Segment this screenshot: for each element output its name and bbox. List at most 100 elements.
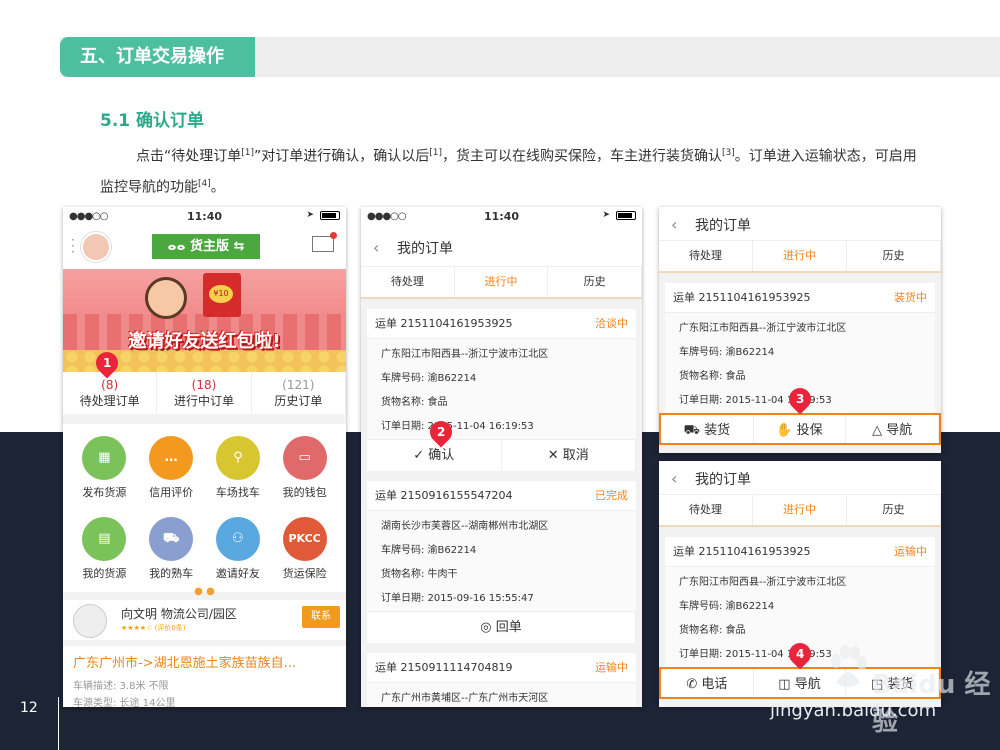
in-progress-count: (18): [191, 378, 217, 392]
tab-in-progress[interactable]: 进行中: [753, 495, 847, 525]
order-body: 广东阳江市阳西县--浙江宁波市江北区 车牌号码: 渝B62214 货物名称: 食…: [367, 339, 636, 439]
history-label: 历史订单: [274, 394, 323, 408]
truck-icon: ⛟: [149, 517, 194, 561]
chat-icon: …: [149, 436, 194, 480]
back-icon[interactable]: ‹: [373, 238, 379, 257]
tab-pending[interactable]: 待处理: [361, 267, 455, 297]
vehicle-desc: 车辆描述: 3.8米 不限: [73, 681, 169, 692]
contact-button[interactable]: 联系: [302, 606, 340, 628]
driver-profile[interactable]: 向文明 物流公司/园区 ★★★★☆ (评价0条) 联系: [63, 600, 346, 640]
tab-history[interactable]: 历史: [548, 267, 642, 297]
order-tabs: 待处理 进行中 历史: [361, 267, 642, 299]
order-status: 运输中: [894, 545, 927, 558]
tab-in-progress[interactable]: 进行中: [753, 241, 847, 271]
cancel-button[interactable]: ✕ 取消: [502, 440, 636, 471]
order-status: 装货中: [894, 291, 927, 304]
order-header: 运单 2150916155547204 已完成: [367, 481, 636, 511]
red-envelope-image: ¥10: [203, 273, 241, 317]
order-route: 广东阳江市阳西县--浙江宁波市江北区: [679, 577, 847, 588]
vehicle-type: 车源类型: 长途 14公里: [73, 698, 176, 707]
section-title: 五、订单交易操作: [60, 37, 255, 77]
grid-item-wallet[interactable]: ▭ 我的钱包: [271, 430, 338, 499]
order-route: 广东广州市黄埔区--广东广州市天河区: [381, 693, 549, 704]
grid-item-find-truck[interactable]: ⚲ 车场找车: [205, 430, 272, 499]
pending-label: 待处理订单: [79, 394, 140, 408]
order-summary-row: (8) 待处理订单 (18) 进行中订单 (121) 历史订单: [63, 372, 346, 414]
search-icon: ⚲: [215, 436, 260, 480]
carousel-dots: ● ●: [194, 586, 215, 597]
back-icon[interactable]: ‹: [671, 469, 677, 488]
receipt-button[interactable]: ◎ 回单: [367, 612, 636, 643]
order-plate: 车牌号码: 渝B62214: [381, 545, 477, 556]
tab-history[interactable]: 历史: [847, 495, 941, 525]
notification-dot: [330, 232, 337, 239]
order-route: 广东阳江市阳西县--浙江宁波市江北区: [679, 323, 847, 334]
grid-item-publish[interactable]: ▦ 发布货源: [71, 430, 138, 499]
order-actions: ✓ 确认 ✕ 取消: [367, 439, 636, 471]
grid-item-insurance[interactable]: PKCC 货运保险: [271, 511, 338, 580]
order-status: 已完成: [595, 489, 628, 502]
back-icon[interactable]: ‹: [671, 215, 677, 234]
nav-bar: ‹ 我的订单: [361, 227, 642, 267]
avatar[interactable]: [81, 232, 111, 262]
order-header: 运单 2150911114704819 运输中: [367, 653, 636, 683]
battery-icon: [320, 211, 340, 220]
navigate-button[interactable]: △ 导航: [846, 415, 940, 443]
tab-history[interactable]: 历史: [847, 241, 941, 271]
tab-pending[interactable]: 待处理: [659, 495, 753, 525]
confirm-button[interactable]: ✓ 确认: [367, 440, 502, 471]
menu-icon[interactable]: · · ·: [71, 234, 75, 258]
friends-icon: ⚇: [215, 517, 260, 561]
tab-pending[interactable]: 待处理: [659, 241, 753, 271]
grid-item-credit[interactable]: … 信用评价: [138, 430, 205, 499]
order-header: 运单 2151104161953925 运输中: [665, 537, 935, 567]
order-header: 运单 2151104161953925 装货中: [665, 283, 935, 313]
tab-in-progress[interactable]: 进行中: [455, 267, 549, 297]
phone-loading-order: ‹ 我的订单 待处理 进行中 历史 运单 2151104161953925 装货中…: [659, 207, 941, 453]
order-card[interactable]: 运单 2151104161953925 洽谈中 广东阳江市阳西县--浙江宁波市江北…: [367, 309, 636, 471]
pending-orders[interactable]: (8) 待处理订单: [63, 372, 158, 414]
order-actions: ⛟ 装货 ✋ 投保 △ 导航: [659, 413, 941, 445]
status-time: 11:40: [483, 210, 519, 223]
status-time: 11:40: [186, 210, 222, 223]
order-goods: 货物名称: 食品: [679, 625, 746, 636]
order-route: 湖南长沙市芙蓉区--湖南郴州市北湖区: [381, 521, 549, 532]
location-icon: ➤: [602, 210, 610, 220]
order-number: 运单 2151104161953925: [673, 291, 811, 304]
order-card[interactable]: 运单 2151104161953925 装货中 广东阳江市阳西县--浙江宁波市江北…: [659, 283, 941, 445]
history-orders[interactable]: (121) 历史订单: [252, 372, 346, 414]
grid-item-my-goods[interactable]: ▤ 我的货源: [71, 511, 138, 580]
phone-button[interactable]: ✆ 电话: [661, 669, 754, 697]
order-date: 订单日期: 2015-09-16 15:55:47: [381, 593, 534, 604]
order-body: 湖南长沙市芙蓉区--湖南郴州市北湖区 车牌号码: 渝B62214 货物名称: 牛…: [367, 511, 636, 611]
brand-switch-button[interactable]: ⴰⴰ 货主版 ⇆: [152, 234, 260, 259]
order-card[interactable]: 运单 2150911114704819 运输中 广东广州市黄埔区--广东广州市天河…: [367, 653, 636, 707]
order-plate: 车牌号码: 渝B62214: [679, 601, 775, 612]
order-number: 运单 2150911114704819: [375, 661, 513, 674]
load-button[interactable]: ⛟ 装货: [661, 415, 754, 443]
grid-item-invite[interactable]: ⚇ 邀请好友: [205, 511, 272, 580]
in-progress-orders[interactable]: (18) 进行中订单: [157, 372, 252, 414]
grid-label: 信用评价: [149, 486, 194, 499]
order-tabs: 待处理 进行中 历史: [659, 241, 941, 273]
route-card[interactable]: 广东广州市->湖北恩施土家族苗族自... 车辆描述: 3.8米 不限 车源类型:…: [63, 646, 346, 707]
grid-label: 车场找车: [215, 486, 260, 499]
insure-button[interactable]: ✋ 投保: [754, 415, 847, 443]
order-status: 运输中: [595, 661, 628, 674]
nav-bar: ‹ 我的订单: [659, 207, 941, 241]
grid-label: 货运保险: [282, 567, 327, 580]
order-card[interactable]: 运单 2150916155547204 已完成 湖南长沙市芙蓉区--湖南郴州市北湖…: [367, 481, 636, 643]
grid-item-my-trucks[interactable]: ⛟ 我的熟车: [138, 511, 205, 580]
grid-label: 发布货源: [82, 486, 127, 499]
watermark-url: jingyan.baidu.com: [770, 700, 937, 721]
brand-logo: ⴰⴰ: [167, 239, 186, 254]
brand-label: 货主版: [190, 239, 230, 254]
order-number: 运单 2151104161953925: [673, 545, 811, 558]
location-icon: ➤: [306, 210, 314, 220]
box-icon: ▤: [82, 517, 127, 561]
baidu-paw-icon: [831, 645, 867, 687]
order-route: 广东阳江市阳西县--浙江宁波市江北区: [381, 349, 549, 360]
pending-count: (8): [101, 378, 119, 392]
grid-label: 邀请好友: [215, 567, 260, 580]
banner-text: 邀请好友送红包啦!: [128, 331, 281, 352]
